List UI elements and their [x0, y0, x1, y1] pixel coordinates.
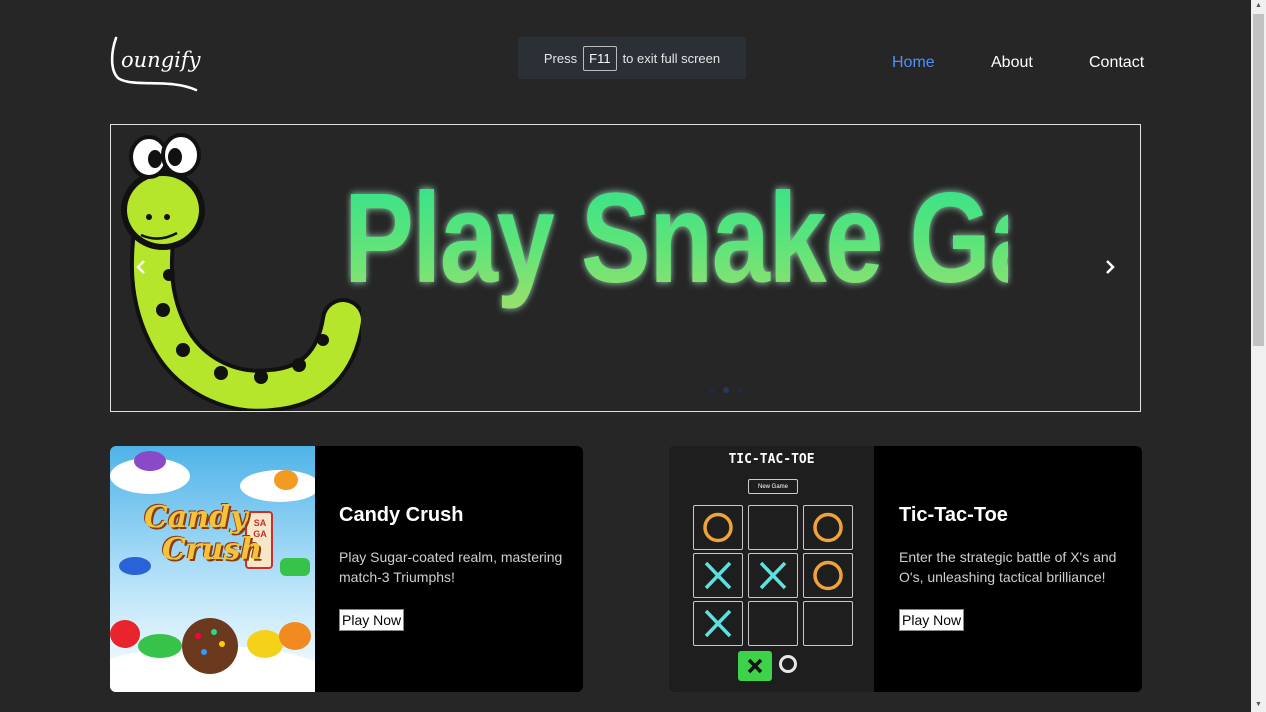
candy-text: Candy: [144, 500, 248, 535]
crush-text: Crush: [162, 532, 263, 567]
play-now-button[interactable]: Play Now: [339, 609, 405, 631]
carousel-dot[interactable]: [737, 387, 743, 393]
logo[interactable]: oungify: [108, 34, 204, 94]
ttt-cell: [748, 553, 798, 598]
x-icon: [747, 658, 763, 674]
chevron-right-icon: [1106, 260, 1115, 274]
f11-key: F11: [583, 45, 617, 71]
ttt-cell: [748, 601, 798, 646]
scrollbar[interactable]: ▲ ▼: [1251, 0, 1266, 712]
game-card-tic-tac-toe: TIC-TAC-TOE New Game Tic-Tac-Toe Enter t…: [669, 446, 1142, 692]
x-icon: [704, 561, 732, 590]
candy-crush-card-body: Candy Crush Play Sugar-coated realm, mas…: [339, 504, 569, 631]
hero-carousel: Play Snake Game: [110, 124, 1141, 412]
card-description: Play Sugar-coated realm, mastering match…: [339, 549, 563, 585]
ttt-cell: [693, 553, 743, 598]
carousel-dot[interactable]: [709, 387, 715, 393]
chevron-left-icon: [136, 260, 145, 274]
scroll-up-icon[interactable]: ▲: [1255, 2, 1262, 9]
ttt-cell: [693, 505, 743, 550]
candy-crush-image: Candy Crush SAGA: [110, 446, 330, 692]
card-description: Enter the strategic battle of X's and O'…: [899, 549, 1117, 585]
ttt-heading: TIC-TAC-TOE: [728, 452, 815, 467]
o-icon: [813, 560, 843, 591]
x-icon: [759, 561, 787, 590]
tic-tac-toe-card-body: Tic-Tac-Toe Enter the strategic battle o…: [899, 504, 1129, 631]
play-now-button[interactable]: Play Now: [899, 609, 965, 631]
card-title: Candy Crush: [339, 504, 464, 526]
ttt-cell: [693, 601, 743, 646]
tic-tac-toe-image: TIC-TAC-TOE New Game: [669, 446, 874, 692]
ttt-cell: [803, 601, 853, 646]
saga-badge: SAGA: [253, 518, 267, 539]
ttt-cell: [748, 505, 798, 550]
logo-text: oungify: [121, 48, 201, 72]
o-turn-indicator-icon: [779, 655, 797, 673]
nav-home-link[interactable]: Home: [892, 54, 935, 72]
fullscreen-notice: Press F11 to exit full screen: [518, 37, 746, 79]
scroll-thumb[interactable]: [1253, 14, 1264, 346]
carousel-indicators: [709, 387, 743, 393]
fullscreen-notice-suffix: to exit full screen: [622, 50, 721, 66]
carousel-next-button[interactable]: [1100, 255, 1120, 279]
ttt-cell: [803, 553, 853, 598]
candy-crush-artwork: [110, 446, 330, 692]
game-card-candy-crush: Candy Crush SAGA Candy Crush Play Sugar-…: [110, 446, 583, 692]
carousel-dot[interactable]: [723, 387, 729, 393]
ttt-x-turn-indicator: [738, 651, 772, 681]
nav-contact-link[interactable]: Contact: [1089, 54, 1144, 72]
o-icon: [703, 512, 733, 543]
o-icon: [813, 512, 843, 543]
ttt-new-game-label: New Game: [748, 479, 798, 494]
card-title: Tic-Tac-Toe: [899, 504, 1008, 526]
fullscreen-notice-prefix: Press: [543, 50, 578, 66]
x-icon: [704, 609, 732, 638]
ttt-cell: [803, 505, 853, 550]
scroll-down-icon[interactable]: ▼: [1255, 701, 1262, 708]
carousel-prev-button[interactable]: [131, 255, 151, 279]
hero-title: Play Snake Game: [343, 167, 1141, 310]
nav-about-link[interactable]: About: [991, 54, 1033, 72]
